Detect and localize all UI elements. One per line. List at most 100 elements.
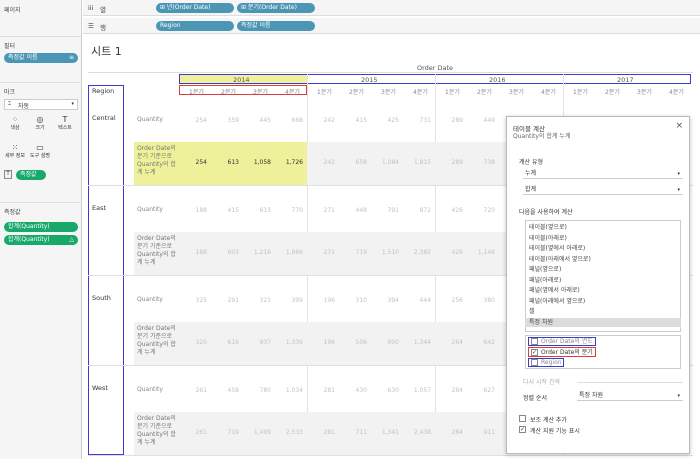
running-total-cell: 196 [323,339,335,346]
quantity-cell: 731 [419,117,431,124]
quarter-header: 4분기 [541,89,556,96]
marks-type-icon: ⌶ [8,101,12,107]
running-total-cell: 2,382 [413,249,431,256]
quarter-header: 4분기 [285,89,300,96]
secondary-calc-checkbox[interactable] [519,415,526,422]
running-total-cell: 900 [387,339,399,346]
compute-option[interactable]: 패널(아래에서 옆으로) [525,297,681,306]
running-total-cell: 603 [227,249,239,256]
running-total-cell: 1,986 [285,249,303,256]
quarter-header: 2분기 [221,89,236,96]
measure-values-title: 측정값 [4,209,21,216]
quantity-cell: 770 [291,207,303,214]
aggregation-select[interactable]: 합계 ▾ [523,185,683,195]
running-total-cell: 281 [323,429,335,436]
region-label: Central [92,114,116,122]
order-date-header: Order Date [416,64,454,72]
quarter-header: 1분기 [573,89,588,96]
filters-title: 필터 [4,43,16,50]
running-total-cell: 1,726 [285,159,303,166]
running-total-cell: 719 [355,249,367,256]
running-total-cell: 289 [451,159,463,166]
dimension-checkbox[interactable] [531,359,538,366]
compute-using-label: 다음을 사용하여 계산 [519,209,573,216]
detail-button[interactable]: ⁙ 세부 정보 [4,143,26,165]
running-total-cell: 506 [355,339,367,346]
running-total-cell: 711 [355,429,367,436]
compute-option[interactable]: 패널(아래로) [525,276,681,285]
running-total-cell: 325 [195,339,207,346]
quantity-cell: 630 [387,387,399,394]
marks-type-select[interactable]: ⌶ 자동 ▾ [4,99,78,110]
compute-option[interactable]: 테이블(아래로) [525,234,681,243]
measure-values-pill[interactable]: 측정값 [16,170,46,180]
rows-pill-measure-names[interactable]: 측정값 이름 [237,21,315,31]
show-calc-assist-label: 계산 지원 기능 표시 [530,428,580,435]
region-label: South [92,294,111,302]
running-total-cell: 658 [355,159,367,166]
running-total-cell: 2,438 [413,429,431,436]
dimension-checkbox[interactable]: ✓ [531,348,538,356]
quantity-cell: 359 [227,117,239,124]
chevron-down-icon: ▾ [71,101,74,107]
filter-pill[interactable]: 측정값 이름 ≡ [4,53,78,63]
year-header-2016: 2016 [489,76,506,84]
running-total-cell: 642 [483,339,495,346]
quantity-cell: 281 [323,387,335,394]
running-total-cell: 284 [451,429,463,436]
running-total-cell: 2,533 [285,429,303,436]
dimension-checkbox[interactable] [531,338,538,345]
quarter-header: 3분기 [637,89,652,96]
year-header-2015: 2015 [361,76,378,84]
text-button[interactable]: T 텍스트 [54,115,76,137]
quantity-cell: 426 [451,207,463,214]
measure-name-quantity: Quantity [137,206,163,213]
close-icon[interactable]: × [675,121,683,131]
rows-pill-region[interactable]: Region [156,21,234,31]
quantity-cell: 1,034 [285,387,303,394]
region-label: West [92,384,108,392]
sort-label: 정렬 순서 [523,395,547,402]
compute-option[interactable]: 테이블(아래에서 옆으로) [525,255,681,264]
quarter-header: 4분기 [413,89,428,96]
year-header-2017: 2017 [617,76,634,84]
quarter-header: 3분기 [253,89,268,96]
quantity-cell: 196 [323,297,335,304]
calc-type-select[interactable]: 누계 ▾ [523,169,683,179]
columns-pill-year[interactable]: ⊞ 년(Order Date) [156,3,234,13]
measure-value-pill-2[interactable]: 합계(Quantity) △ [4,235,78,245]
text-mark-icon: T [4,170,12,179]
running-total-cell: 264 [451,339,463,346]
running-total-cell: 242 [323,159,335,166]
quantity-cell: 1,057 [413,387,431,394]
compute-option[interactable]: 특정 차원 [525,317,681,327]
show-calc-assist-checkbox[interactable]: ✓ [519,426,526,433]
measure-value-pill-1[interactable]: 합계(Quantity) [4,222,78,232]
sort-select[interactable]: 특정 차원 ▾ [577,391,683,401]
running-total-cell: 1,510 [381,249,399,256]
quarter-header: 3분기 [509,89,524,96]
running-total-cell: 1,058 [253,159,271,166]
running-total-cell: 1,341 [381,429,399,436]
chevron-down-icon: ▾ [677,171,680,177]
compute-option[interactable]: 테이블(옆에서 아래로) [525,244,681,253]
running-total-cell: 261 [195,429,207,436]
color-button[interactable]: ⁘ 색상 [4,115,26,137]
tooltip-icon: ▭ [36,143,44,152]
quarter-header: 2분기 [477,89,492,96]
compute-option[interactable]: 패널(옆에서 아래로) [525,286,681,295]
size-button[interactable]: ◎ 크기 [29,115,51,137]
running-total-cell: 1,146 [477,249,495,256]
quantity-cell: 415 [355,117,367,124]
columns-pill-quarter[interactable]: ⊞ 분기(Order Date) [237,3,315,13]
running-total-cell: 188 [195,249,207,256]
measure-name-quantity: Quantity [137,296,163,303]
quantity-cell: 325 [195,297,207,304]
compute-option[interactable]: 패널(옆으로) [525,265,681,274]
compute-option[interactable]: 셀 [525,307,681,316]
quarter-header: 2분기 [349,89,364,96]
compute-option[interactable]: 테이블(옆으로) [525,223,681,232]
running-total-cell: 1,216 [253,249,271,256]
tooltip-button[interactable]: ▭ 도구 설명 [29,143,51,165]
quantity-cell: 791 [387,207,399,214]
